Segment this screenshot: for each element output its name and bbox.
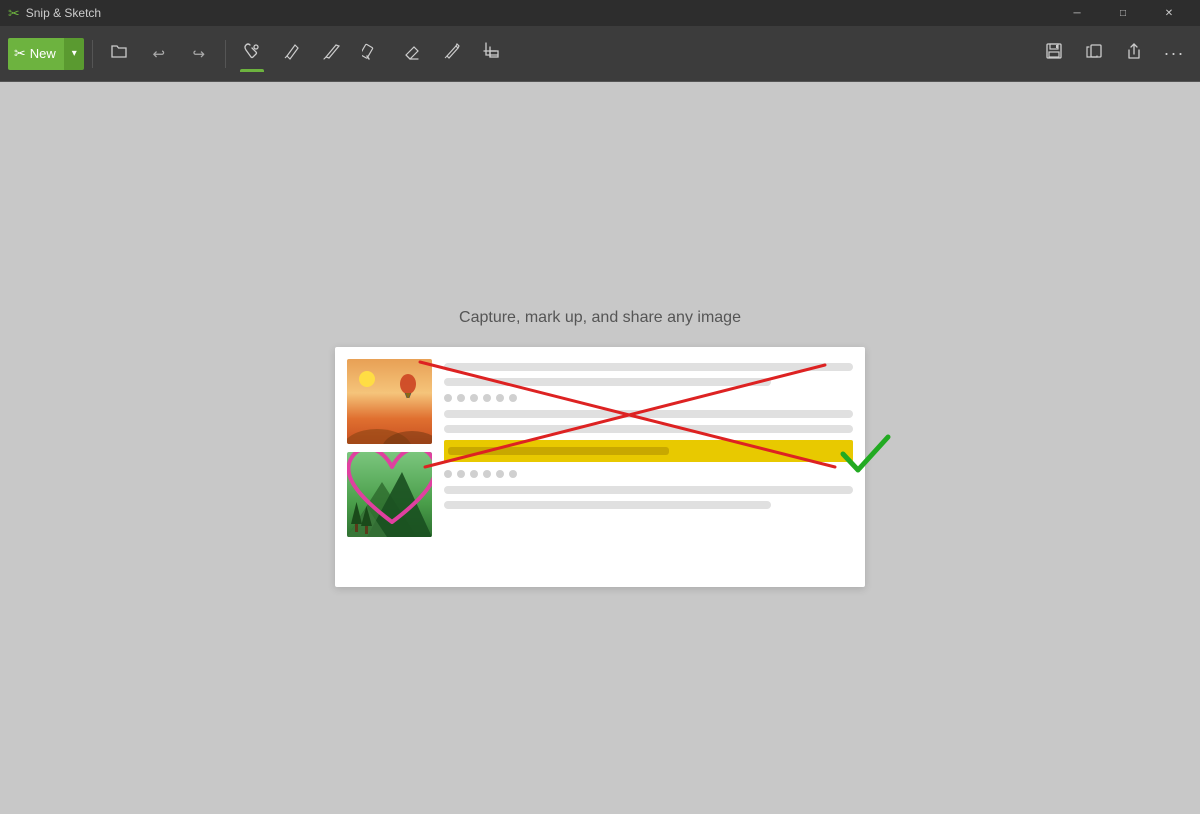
sky-thumbnail	[347, 359, 432, 444]
redo-icon: ↪	[192, 45, 205, 63]
new-button-dropdown[interactable]: ▾	[64, 38, 84, 70]
toolbar: ✂ New ▾ ↩ ↪	[0, 26, 1200, 82]
line-6	[444, 501, 771, 509]
dot	[444, 470, 452, 478]
new-label: New	[30, 46, 56, 61]
title-bar: ✂ Snip & Sketch ─ □ ✕	[0, 0, 1200, 26]
save-icon	[1044, 41, 1064, 66]
dot	[470, 394, 478, 402]
undo-icon: ↩	[152, 45, 165, 63]
green-thumbnail	[347, 452, 432, 537]
dots-2	[444, 469, 853, 479]
dot	[509, 470, 517, 478]
new-button-group: ✂ New ▾	[8, 38, 84, 70]
minimize-button[interactable]: ─	[1054, 0, 1100, 26]
app-title: Snip & Sketch	[26, 6, 101, 20]
dot	[496, 394, 504, 402]
maximize-button[interactable]: □	[1100, 0, 1146, 26]
toolbar-right: ···	[1036, 36, 1192, 72]
copy-icon	[1084, 41, 1104, 66]
highlighter-icon	[362, 41, 382, 66]
pencil-button[interactable]	[434, 36, 470, 72]
highlight-content	[448, 447, 669, 455]
dot	[457, 394, 465, 402]
line-2	[444, 378, 771, 386]
crop-icon	[482, 41, 502, 66]
dot	[444, 394, 452, 402]
dot	[483, 394, 491, 402]
line-3	[444, 410, 853, 418]
line-1	[444, 363, 853, 371]
copy-button[interactable]	[1076, 36, 1112, 72]
welcome-text: Capture, mark up, and share any image	[459, 309, 741, 327]
title-bar-controls: ─ □ ✕	[1054, 0, 1192, 26]
preview-card	[335, 347, 865, 587]
open-button[interactable]	[101, 36, 137, 72]
more-options-button[interactable]: ···	[1156, 36, 1192, 72]
main-content: Capture, mark up, and share any image	[0, 82, 1200, 814]
share-button[interactable]	[1116, 36, 1152, 72]
dot	[457, 470, 465, 478]
calligraphy-pen-button[interactable]	[314, 36, 350, 72]
dot	[483, 470, 491, 478]
highlighted-line	[444, 440, 853, 462]
open-icon	[110, 42, 128, 65]
line-4	[444, 425, 853, 433]
dots-1	[444, 393, 853, 403]
share-icon	[1124, 41, 1144, 66]
app-icon: ✂	[8, 5, 20, 22]
ballpoint-pen-button[interactable]	[274, 36, 310, 72]
close-button[interactable]: ✕	[1146, 0, 1192, 26]
preview-lines	[444, 359, 853, 575]
undo-button[interactable]: ↩	[141, 36, 177, 72]
toolbar-separator-1	[92, 40, 93, 68]
highlighter-button[interactable]	[354, 36, 390, 72]
preview-images	[347, 359, 432, 575]
eraser-icon	[402, 41, 422, 66]
calligraphy-pen-icon	[322, 41, 342, 66]
redo-button[interactable]: ↪	[181, 36, 217, 72]
crop-button[interactable]	[474, 36, 510, 72]
pencil-icon	[442, 41, 462, 66]
scissors-icon: ✂	[14, 45, 26, 62]
dot	[470, 470, 478, 478]
ballpoint-pen-icon	[282, 41, 302, 66]
more-icon: ···	[1164, 43, 1185, 64]
dot	[496, 470, 504, 478]
toolbar-separator-2	[225, 40, 226, 68]
dot	[509, 394, 517, 402]
line-5	[444, 486, 853, 494]
sun-decoration	[359, 371, 375, 387]
touch-button[interactable]	[234, 36, 270, 72]
save-button[interactable]	[1036, 36, 1072, 72]
touch-icon	[242, 41, 262, 66]
eraser-button[interactable]	[394, 36, 430, 72]
new-button[interactable]: ✂ New	[8, 38, 64, 70]
title-bar-left: ✂ Snip & Sketch	[8, 5, 101, 22]
